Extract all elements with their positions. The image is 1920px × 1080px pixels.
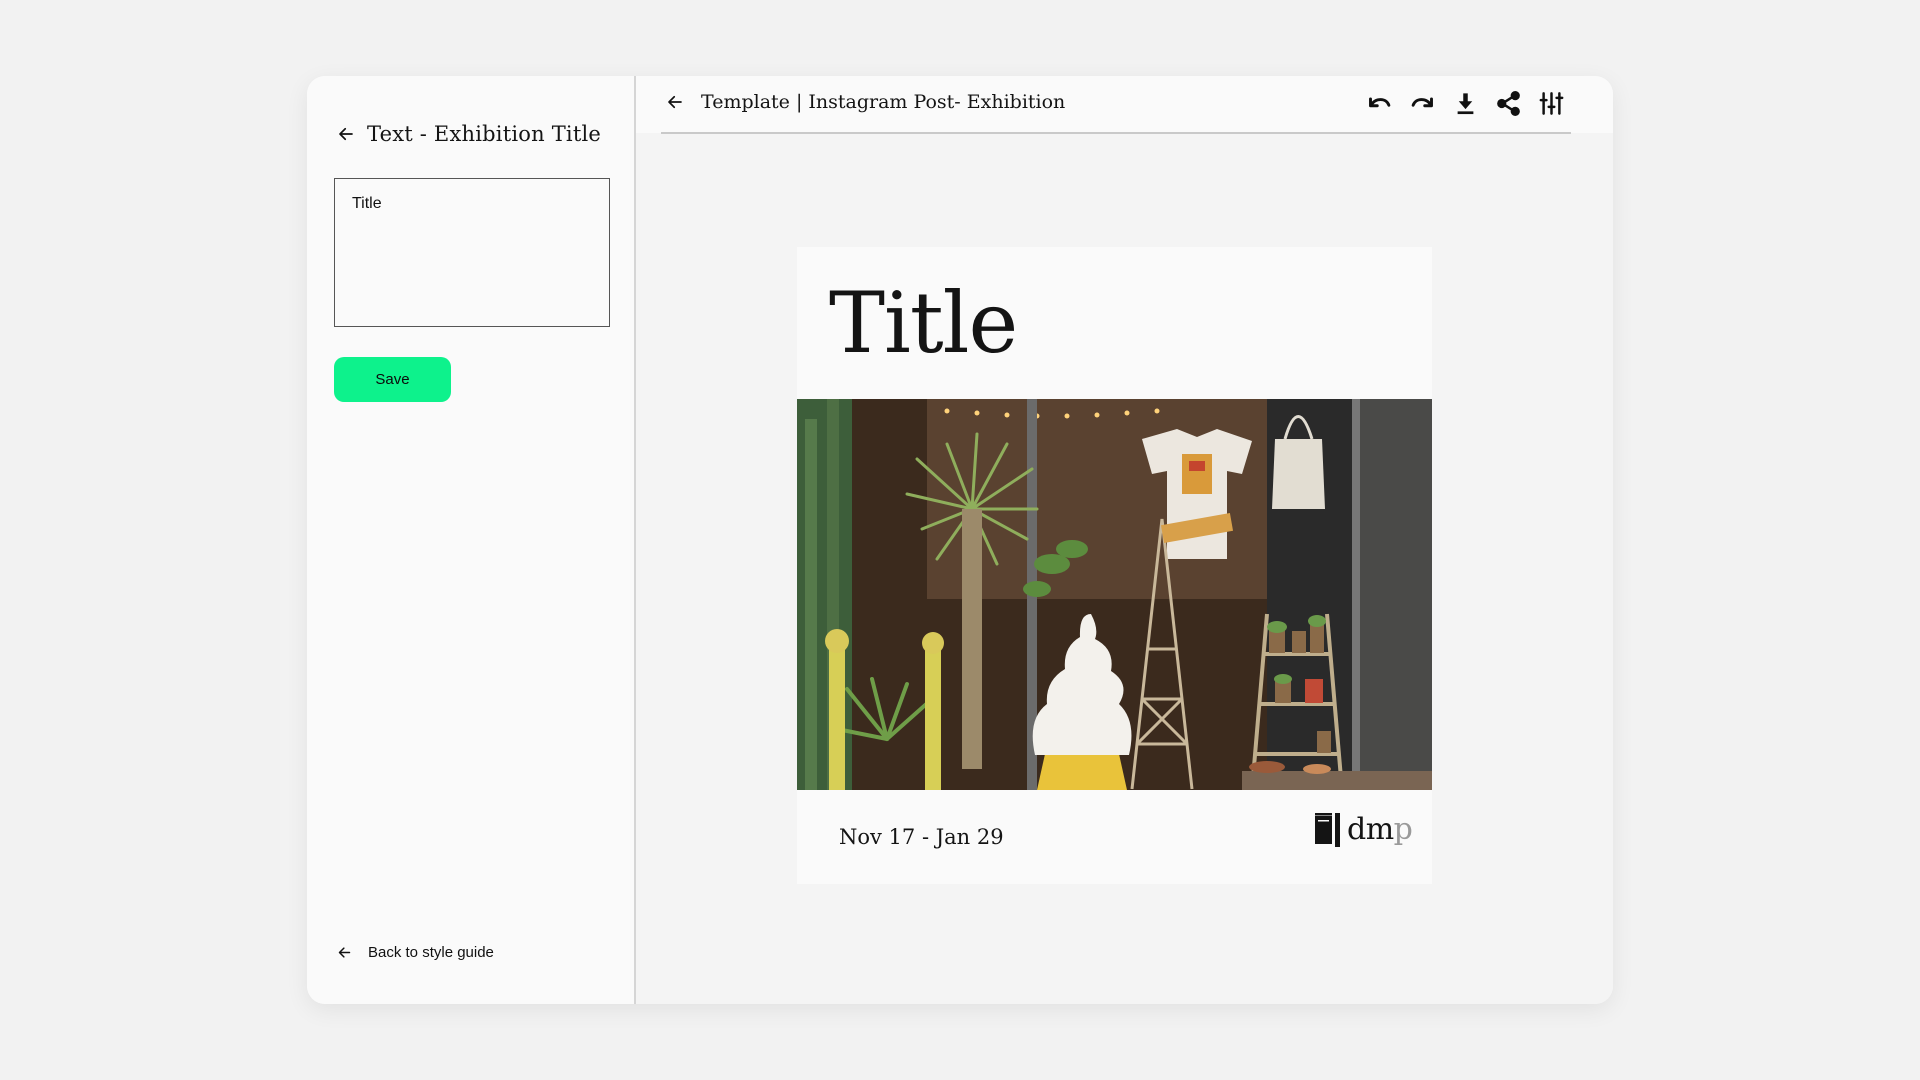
back-arrow-icon[interactable] <box>666 93 684 111</box>
share-icon <box>1497 91 1520 116</box>
undo-button[interactable] <box>1364 88 1395 119</box>
toolbar: Template | Instagram Post- Exhibition <box>636 76 1613 134</box>
download-icon <box>1457 93 1474 115</box>
editor-window: Text - Exhibition Title Title Save Back … <box>307 76 1613 1004</box>
redo-icon <box>1411 97 1433 108</box>
sidebar: Text - Exhibition Title Title Save Back … <box>307 76 636 1004</box>
logo-text-main: dm <box>1347 812 1394 847</box>
sidebar-header: Text - Exhibition Title <box>337 122 601 146</box>
logo-text: dmp <box>1347 812 1413 847</box>
main-canvas-area: Template | Instagram Post- Exhibition Ti… <box>636 76 1613 1004</box>
download-button[interactable] <box>1450 88 1481 119</box>
instagram-post-preview[interactable]: Title Nov 17 - Jan 29 dmp <box>797 247 1432 884</box>
poster-photo[interactable] <box>797 399 1432 790</box>
sliders-icon <box>1539 92 1564 115</box>
poster-date[interactable]: Nov 17 - Jan 29 <box>839 825 1004 849</box>
adjust-button[interactable] <box>1536 88 1567 119</box>
template-title: Template | Instagram Post- Exhibition <box>701 91 1066 113</box>
breadcrumb: Template | Instagram Post- Exhibition <box>666 91 1065 113</box>
back-to-style-guide-label: Back to style guide <box>368 944 494 961</box>
toolbar-actions <box>1364 88 1567 119</box>
poster-logo: dmp <box>1315 812 1413 847</box>
toolbar-divider <box>661 132 1571 134</box>
sidebar-title: Text - Exhibition Title <box>367 122 602 146</box>
back-arrow-icon <box>338 947 351 958</box>
storefront-photo <box>797 399 1432 790</box>
back-arrow-icon[interactable] <box>337 125 355 143</box>
undo-icon <box>1369 97 1391 108</box>
redo-button[interactable] <box>1407 88 1438 119</box>
logo-text-accent: p <box>1393 812 1413 847</box>
title-text-field[interactable]: Title <box>334 178 610 327</box>
share-button[interactable] <box>1493 88 1524 119</box>
poster-title[interactable]: Title <box>829 281 1018 365</box>
logo-mark-icon <box>1315 813 1340 847</box>
back-to-style-guide-link[interactable]: Back to style guide <box>337 944 494 961</box>
save-button[interactable]: Save <box>334 357 451 402</box>
